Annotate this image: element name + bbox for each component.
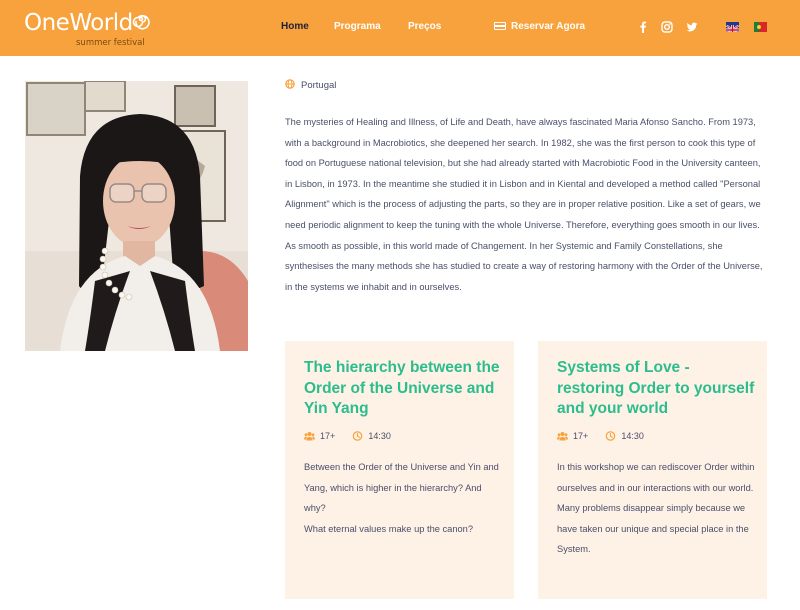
workshop-title: Systems of Love - restoring Order to you… [557, 359, 755, 417]
logo-tagline: summer festival [76, 38, 145, 48]
facebook-icon[interactable] [636, 20, 650, 34]
workshop-description-paragraph: Many problems disappear simply because w… [557, 503, 749, 554]
workshop-age: 17+ [573, 431, 589, 441]
logo-wordmark: OneWorld [24, 10, 133, 36]
reserve-now-label: Reservar Agora [511, 21, 586, 32]
workshop-meta: 17+ 14:30 [557, 431, 644, 441]
workshop-description-paragraph: What eternal values make up the canon? [304, 523, 473, 534]
workshop-meta: 17+ 14:30 [304, 431, 391, 441]
users-icon [557, 432, 568, 441]
twitter-icon[interactable] [685, 20, 699, 34]
workshop-time: 14:30 [368, 431, 391, 441]
users-icon [304, 432, 315, 441]
speaker-photo [25, 81, 248, 351]
nav-home[interactable]: Home [281, 21, 309, 32]
flag-pt-icon[interactable] [754, 22, 767, 32]
ticket-icon [494, 22, 506, 30]
clock-icon [606, 431, 616, 441]
flag-uk-icon[interactable] [726, 22, 739, 32]
instagram-icon[interactable] [660, 20, 674, 34]
reserve-now-button[interactable]: Reservar Agora [494, 21, 585, 32]
workshop-description-paragraph: Between the Order of the Universe and Yi… [304, 462, 499, 513]
logo-swirl-icon [132, 14, 150, 30]
workshop-description: Between the Order of the Universe and Yi… [304, 457, 504, 539]
workshop-card[interactable]: The hierarchy between the Order of the U… [285, 341, 514, 599]
site-header: OneWorld summer festival Home Programa P… [0, 0, 800, 56]
clock-icon [353, 431, 363, 441]
workshop-card[interactable]: Systems of Love - restoring Order to you… [538, 341, 767, 599]
logo[interactable]: OneWorld summer festival [24, 8, 154, 52]
workshop-title: The hierarchy between the Order of the U… [304, 359, 500, 417]
speaker-country: Portugal [285, 79, 336, 91]
workshop-time: 14:30 [621, 431, 644, 441]
nav-programa[interactable]: Programa [334, 21, 381, 32]
globe-icon [285, 79, 295, 89]
speaker-country-label: Portugal [301, 80, 337, 91]
workshop-age: 17+ [320, 431, 336, 441]
nav-precos[interactable]: Preços [408, 21, 441, 32]
workshop-description-paragraph: In this workshop we can rediscover Order… [557, 462, 755, 493]
speaker-bio: The mysteries of Healing and Illness, of… [285, 117, 763, 292]
workshop-description: In this workshop we can rediscover Order… [557, 457, 757, 560]
